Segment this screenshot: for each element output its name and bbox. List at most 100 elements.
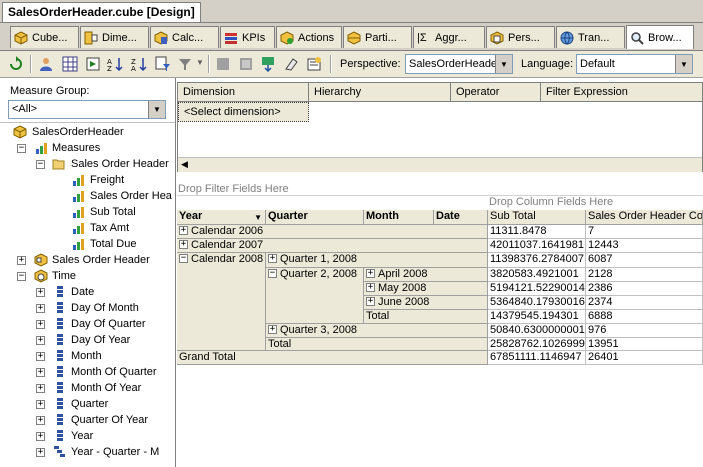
tree-attribute[interactable]: Day Of Month [71,300,139,316]
tree-attribute[interactable]: Month Of Year [71,380,141,396]
row-quarter-3-2008[interactable]: + Quarter 3, 2008 [266,324,488,338]
collapse-icon[interactable]: − [179,253,188,263]
tree-attribute[interactable]: Quarter Of Year [71,412,148,428]
tree-attribute[interactable]: Day Of Year [71,332,130,348]
language-dropdown[interactable]: Default ▼ [576,54,693,74]
expand-icon[interactable]: + [179,225,188,235]
clear-results-icon[interactable] [283,56,299,72]
tree-measure-item[interactable]: Tax Amt [90,220,129,236]
tree-dimension-time[interactable]: Time [52,268,76,284]
filter-header-operator[interactable]: Operator [451,83,541,102]
tree-measure-item[interactable]: Total Due [90,236,136,252]
sort-descending-icon[interactable]: ZA [131,56,147,72]
row-header-month[interactable]: Month [364,210,434,225]
row-header-date[interactable]: Date [434,210,488,225]
tree-measure-folder[interactable]: Sales Order Header [71,156,169,172]
tree-dimension[interactable]: Sales Order Header [52,252,150,268]
expand-toggle[interactable]: + [36,352,45,361]
reconnect-icon[interactable] [8,56,24,72]
scroll-left-icon[interactable]: ◀ [181,159,188,170]
tree-attribute[interactable]: Date [71,284,94,300]
tree-attribute[interactable]: Month [71,348,102,364]
measure-group-dropdown[interactable]: <All> ▼ [8,100,166,119]
expand-toggle[interactable]: + [36,448,45,457]
row-quarter-2-2008[interactable]: − Quarter 2, 2008 [266,268,364,324]
expand-toggle[interactable]: + [36,384,45,393]
drop-column-zone[interactable]: Drop Column Fields Here [489,196,613,208]
tree-hierarchy[interactable]: Year - Quarter - M [71,444,159,460]
dropdown-arrow-icon[interactable]: ▼ [196,58,204,67]
expand-toggle[interactable]: + [17,256,26,265]
row-header-year[interactable]: Year ▼ [177,210,266,225]
row-april-2008[interactable]: + April 2008 [364,268,488,282]
collapse-icon[interactable] [238,56,254,72]
collapse-toggle[interactable]: − [36,160,45,169]
tree-attribute[interactable]: Year [71,428,93,444]
expand-toggle[interactable]: + [36,416,45,425]
expand-icon[interactable]: + [366,268,375,278]
horizontal-scrollbar[interactable]: ◀ [178,157,702,172]
chevron-down-icon[interactable]: ▼ [675,55,692,73]
expand-icon[interactable]: + [179,239,188,249]
value-header-subtotal[interactable]: Sub Total [488,210,586,225]
expand-icon[interactable]: + [268,253,277,263]
expand-toggle[interactable]: + [36,304,45,313]
expand-toggle[interactable]: + [36,336,45,345]
filter-header-hierarchy[interactable]: Hierarchy [309,83,451,102]
show-empty-cells-icon[interactable] [62,56,78,72]
collapse-icon[interactable]: − [268,268,277,278]
tree-root-cube[interactable]: SalesOrderHeader [32,124,124,140]
row-june-2008[interactable]: + June 2008 [364,296,488,310]
row-calendar-2007[interactable]: + Calendar 2007 [177,239,488,253]
row-may-2008[interactable]: + May 2008 [364,282,488,296]
tab-actions[interactable]: Actions [276,26,342,48]
filter-header-expression[interactable]: Filter Expression [541,83,702,102]
filter-header-dimension[interactable]: Dimension [178,83,309,102]
tab-dimension-usage[interactable]: Dime... [80,26,149,48]
expand-toggle[interactable]: + [36,288,45,297]
tab-partitions[interactable]: Parti... [343,26,412,48]
tab-cube-structure[interactable]: Cube... [10,26,79,48]
chevron-down-icon[interactable]: ▼ [495,55,512,73]
tab-calculations[interactable]: Calc... [150,26,219,48]
value-header-count[interactable]: Sales Order Header Cou [586,210,703,225]
document-tab[interactable]: SalesOrderHeader.cube [Design] [2,2,201,22]
tree-measure-item[interactable]: Freight [90,172,124,188]
dropdown-arrow-icon[interactable]: ▼ [254,211,262,224]
add-filter-icon[interactable] [177,56,193,72]
row-header-quarter[interactable]: Quarter [266,210,364,225]
tree-attribute[interactable]: Day Of Quarter [71,316,146,332]
expand-toggle[interactable]: + [36,368,45,377]
expand-toggle[interactable]: + [36,320,45,329]
auto-execute-icon[interactable] [85,56,101,72]
tree-measure-item[interactable]: Sales Order Hea [90,188,172,204]
collapse-toggle[interactable]: − [17,272,26,281]
tree-measure-item[interactable]: Sub Total [90,204,136,220]
expand-icon[interactable]: + [366,296,375,306]
row-calendar-2008[interactable]: − Calendar 2008 [177,253,266,351]
filter-editor-icon[interactable] [155,56,171,72]
row-calendar-2006[interactable]: + Calendar 2006 [177,225,488,239]
drill-down-icon[interactable] [260,56,276,72]
expand-icon[interactable] [215,56,231,72]
expand-icon[interactable]: + [268,324,277,334]
tree-measures[interactable]: Measures [52,140,100,156]
drop-filter-zone[interactable]: Drop Filter Fields Here [178,183,289,195]
tree-attribute[interactable]: Month Of Quarter [71,364,157,380]
collapse-toggle[interactable]: − [17,144,26,153]
change-user-icon[interactable] [38,56,54,72]
tree-attribute[interactable]: Quarter [71,396,108,412]
expand-toggle[interactable]: + [36,432,45,441]
row-quarter-1-2008[interactable]: + Quarter 1, 2008 [266,253,488,268]
select-dimension-cell[interactable]: <Select dimension> [178,102,309,122]
properties-icon[interactable] [306,56,322,72]
expand-icon[interactable]: + [366,282,375,292]
tab-kpis[interactable]: KPIs [220,26,275,48]
perspective-dropdown[interactable]: SalesOrderHeader ▼ [405,54,513,74]
tab-aggregations[interactable]: |Σ Aggr... [413,26,485,48]
expand-toggle[interactable]: + [36,400,45,409]
sort-ascending-icon[interactable]: AZ [107,56,123,72]
tab-browser[interactable]: Brow... [626,25,694,49]
tab-perspectives[interactable]: Pers... [486,26,555,48]
tab-translations[interactable]: Tran... [556,26,625,48]
